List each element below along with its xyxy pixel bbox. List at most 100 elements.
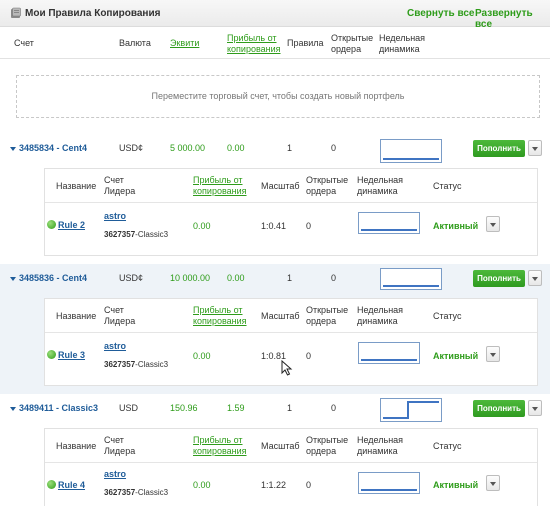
account-profit: 0.00 <box>227 143 245 153</box>
rules-panel-header: Название Счет Лидера Прибыль от копирова… <box>45 299 537 333</box>
green-dot-icon <box>47 480 56 489</box>
account-name-toggle[interactable]: 3485834 - Cent4 <box>10 143 87 153</box>
sub-col-scale: Масштаб <box>261 181 300 191</box>
account-equity: 5 000.00 <box>170 143 206 153</box>
leader-link[interactable]: astro <box>104 341 126 351</box>
rule-link[interactable]: Rule 3 <box>58 350 85 360</box>
account-currency: USD¢ <box>119 273 144 283</box>
sub-col-profit-sort[interactable]: Прибыль от копирования <box>193 435 247 457</box>
dropdown-arrow-icon[interactable] <box>486 346 500 362</box>
account-currency: USD¢ <box>119 143 144 153</box>
account-currency: USD <box>119 403 139 413</box>
account-rules-count: 1 <box>287 143 293 153</box>
rule-link[interactable]: Rule 4 <box>58 480 85 490</box>
account-equity: 150.96 <box>170 403 198 413</box>
rules-panel: Название Счет Лидера Прибыль от копирова… <box>44 428 538 506</box>
sub-col-leader: Счет Лидера <box>104 435 136 456</box>
caret-down-icon <box>10 406 16 411</box>
rule-open-orders: 0 <box>306 480 312 490</box>
collapse-all-link[interactable]: Свернуть все <box>407 8 474 19</box>
status-badge: Активный <box>433 221 479 231</box>
account-name-toggle[interactable]: 3489411 - Classic3 <box>10 403 98 413</box>
sub-col-weekly: Недельная динамика <box>357 175 404 196</box>
sub-col-profit-sort[interactable]: Прибыль от копирования <box>193 175 247 197</box>
sub-col-status: Статус <box>433 311 462 321</box>
sub-col-scale: Масштаб <box>261 441 300 451</box>
account-equity: 10 000.00 <box>170 273 211 283</box>
rules-panel: Название Счет Лидера Прибыль от копирова… <box>44 168 538 256</box>
col-weekly-dynamics: Недельная динамика <box>379 33 426 54</box>
dropdown-arrow-icon[interactable] <box>486 216 500 232</box>
leader-account: 3627357-Classic3 <box>104 488 169 497</box>
sub-col-open-orders: Открытые ордера <box>306 175 349 196</box>
sub-col-leader: Счет Лидера <box>104 305 136 326</box>
weekly-sparkline <box>380 139 442 163</box>
sub-col-weekly: Недельная динамика <box>357 435 404 456</box>
rule-weekly-sparkline <box>358 472 420 494</box>
dropdown-arrow-icon[interactable] <box>528 400 542 416</box>
rule-scale: 1:1.22 <box>261 480 287 490</box>
rules-panel-header: Название Счет Лидера Прибыль от копирова… <box>45 429 537 463</box>
dropdown-arrow-icon[interactable] <box>528 270 542 286</box>
sub-col-open-orders: Открытые ордера <box>306 435 349 456</box>
rule-weekly-sparkline <box>358 212 420 234</box>
mouse-cursor-icon <box>281 360 293 376</box>
green-dot-icon <box>47 350 56 359</box>
green-dot-icon <box>47 220 56 229</box>
col-rules: Правила <box>287 38 324 48</box>
account-profit: 1.59 <box>227 403 245 413</box>
sub-col-profit-sort[interactable]: Прибыль от копирования <box>193 305 247 327</box>
fund-button[interactable]: Пополнить <box>473 270 525 287</box>
header-divider <box>0 58 550 59</box>
account-row[interactable]: 3489411 - Classic3 USD 150.96 1.59 1 0 П… <box>0 394 550 422</box>
caret-down-icon <box>10 146 16 151</box>
dropdown-arrow-icon[interactable] <box>486 475 500 491</box>
status-badge: Активный <box>433 480 479 490</box>
status-badge: Активный <box>433 351 479 361</box>
leader-link[interactable]: astro <box>104 211 126 221</box>
account-open-orders: 0 <box>331 273 337 283</box>
leader-link[interactable]: astro <box>104 469 126 479</box>
weekly-sparkline <box>380 268 442 290</box>
rule-weekly-sparkline <box>358 342 420 364</box>
account-profit: 0.00 <box>227 273 245 283</box>
account-rules-count: 1 <box>287 273 293 283</box>
rules-panel-header: Название Счет Лидера Прибыль от копирова… <box>45 169 537 203</box>
col-account: Счет <box>14 38 34 48</box>
leader-account: 3627357-Classic3 <box>104 230 169 239</box>
fund-button[interactable]: Пополнить <box>473 400 525 417</box>
sub-col-status: Статус <box>433 181 462 191</box>
col-currency: Валюта <box>119 38 151 48</box>
sub-col-name: Название <box>56 311 97 321</box>
rule-open-orders: 0 <box>306 221 312 231</box>
rule-scale: 1:0.41 <box>261 221 287 231</box>
rule-profit: 0.00 <box>193 221 211 231</box>
book-icon <box>11 7 21 18</box>
page-title: Мои Правила Копирования <box>25 8 161 19</box>
sub-col-name: Название <box>56 441 97 451</box>
account-row[interactable]: 3485836 - Cent4 USD¢ 10 000.00 0.00 1 0 … <box>0 264 550 292</box>
account-rules-count: 1 <box>287 403 293 413</box>
sub-col-scale: Масштаб <box>261 311 300 321</box>
sub-col-leader: Счет Лидера <box>104 175 136 196</box>
fund-button[interactable]: Пополнить <box>473 140 525 157</box>
sub-col-status: Статус <box>433 441 462 451</box>
rule-profit: 0.00 <box>193 351 211 361</box>
account-name-toggle[interactable]: 3485836 - Cent4 <box>10 273 87 283</box>
col-profit-sort[interactable]: Прибыль от копирования <box>227 33 281 55</box>
sub-col-open-orders: Открытые ордера <box>306 305 349 326</box>
col-equity-sort[interactable]: Эквити <box>170 38 199 49</box>
header-bar: Мои Правила Копирования Свернуть все Раз… <box>0 0 550 30</box>
weekly-sparkline <box>380 398 442 422</box>
account-open-orders: 0 <box>331 403 337 413</box>
new-portfolio-dropzone[interactable]: Переместите торговый счет, чтобы создать… <box>16 75 540 118</box>
rule-profit: 0.00 <box>193 480 211 490</box>
account-open-orders: 0 <box>331 143 337 153</box>
col-open-orders: Открытые ордера <box>331 33 374 54</box>
dropdown-arrow-icon[interactable] <box>528 140 542 156</box>
account-row[interactable]: 3485834 - Cent4 USD¢ 5 000.00 0.00 1 0 П… <box>0 134 550 163</box>
sub-col-weekly: Недельная динамика <box>357 305 404 326</box>
expand-all-link[interactable]: Развернуть все <box>475 8 550 30</box>
rule-link[interactable]: Rule 2 <box>58 220 85 230</box>
rule-open-orders: 0 <box>306 351 312 361</box>
